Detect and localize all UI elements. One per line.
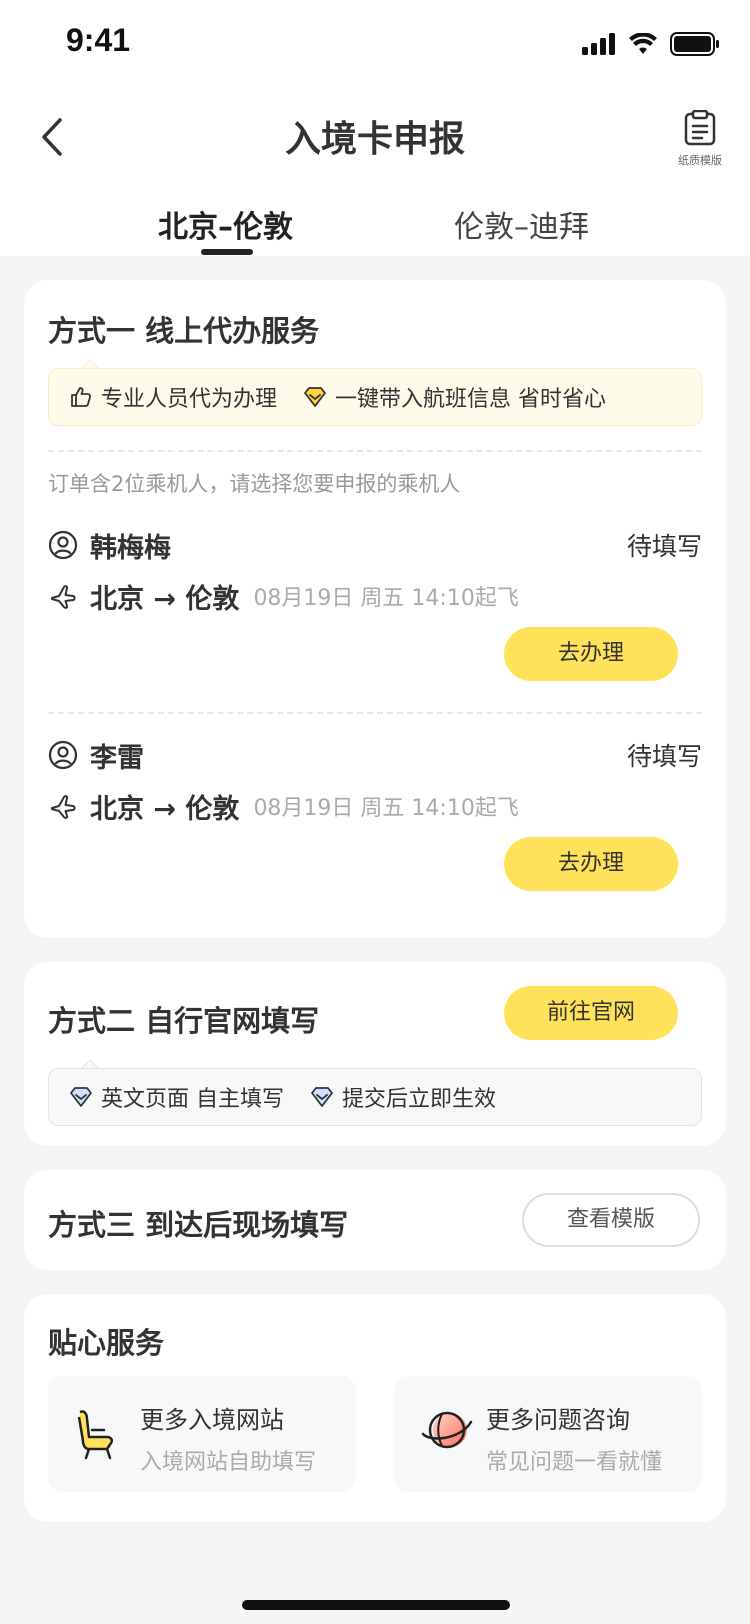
diamond-icon xyxy=(304,387,326,407)
user-icon xyxy=(48,740,78,770)
clipboard-icon xyxy=(684,109,716,146)
home-indicator xyxy=(242,1600,510,1610)
airplane-icon xyxy=(51,585,76,609)
service-subtitle: 常见问题一看就懂 xyxy=(486,1450,663,1475)
tip-text: 提交后立即生效 xyxy=(342,1087,497,1112)
tip-item: 英文页面 自主填写 xyxy=(69,1081,284,1113)
service-faq[interactable]: 更多问题咨询 常见问题一看就懂 xyxy=(394,1376,702,1492)
passenger-status: 待填写 xyxy=(626,742,702,771)
battery-icon xyxy=(670,32,719,56)
method3-card: 方式三 到达后现场填写 查看模版 xyxy=(24,1170,726,1270)
status-icons xyxy=(582,32,720,56)
tab-beijing-london[interactable]: 北京–伦敦 xyxy=(158,202,293,246)
method2-card: 方式二 自行官网填写 前往官网 英文页面 自主填写 提交后立即生效 xyxy=(24,962,726,1146)
view-template-button[interactable]: 查看模版 xyxy=(522,1193,700,1247)
tip-text: 一键带入航班信息 省时省心 xyxy=(335,387,607,412)
route-tabs: 北京–伦敦 伦敦–迪拜 xyxy=(0,188,750,256)
tab-london-dubai[interactable]: 伦敦–迪拜 xyxy=(454,202,589,246)
method1-tip-box: 专业人员代为办理 一键带入航班信息 省时省心 xyxy=(48,368,702,426)
paper-template-button[interactable]: 纸质模版 xyxy=(672,109,728,168)
process-button[interactable]: 去办理 xyxy=(504,627,678,681)
method2-tip-box: 英文页面 自主填写 提交后立即生效 xyxy=(48,1068,702,1126)
flight-row: 北京 → 伦敦 08月19日 周五 14:10起飞 xyxy=(48,576,702,616)
passenger-name: 韩梅梅 xyxy=(90,532,171,564)
tip-item: 一键带入航班信息 省时省心 xyxy=(303,381,606,413)
divider xyxy=(48,450,702,452)
paper-template-label: 纸质模版 xyxy=(678,154,722,167)
passenger-hint: 订单含2位乘机人，请选择您要申报的乘机人 xyxy=(48,472,461,496)
flight-route: 北京 → 伦敦 xyxy=(90,583,240,615)
globe-icon xyxy=(421,1411,473,1449)
flight-time: 08月19日 周五 14:10起飞 xyxy=(253,796,519,821)
official-site-button[interactable]: 前往官网 xyxy=(504,986,678,1040)
passenger-status: 待填写 xyxy=(626,532,702,561)
status-bar: 9:41 xyxy=(0,0,750,88)
service-entry-sites[interactable]: 更多入境网站 入境网站自助填写 xyxy=(48,1376,356,1492)
nav-bar: 入境卡申报 纸质模版 xyxy=(0,88,750,188)
tip-text: 专业人员代为办理 xyxy=(101,387,278,412)
flight-route: 北京 → 伦敦 xyxy=(90,793,240,825)
diamond-icon xyxy=(70,1087,92,1107)
service-subtitle: 入境网站自助填写 xyxy=(140,1450,317,1475)
tip-text: 英文页面 自主填写 xyxy=(101,1087,284,1112)
process-button[interactable]: 去办理 xyxy=(504,837,678,891)
services-title: 贴心服务 xyxy=(48,1326,165,1360)
wifi-icon xyxy=(629,33,657,54)
service-title: 更多入境网站 xyxy=(140,1406,284,1434)
services-card: 贴心服务 更多入境网站 入境网站自助填写 更多问题咨询 常见问题一看就懂 xyxy=(24,1294,726,1522)
passenger-row[interactable]: 韩梅梅 待填写 xyxy=(48,525,702,565)
thumbs-up-icon xyxy=(71,387,92,407)
method2-title: 方式二 自行官网填写 xyxy=(48,1004,320,1038)
seat-icon xyxy=(77,1410,114,1460)
method1-title: 方式一 线上代办服务 xyxy=(48,314,320,348)
tip-item: 专业人员代为办理 xyxy=(69,381,277,413)
passenger-row[interactable]: 李雷 待填写 xyxy=(48,735,702,775)
method1-card: 方式一 线上代办服务 专业人员代为办理 一键带入航班信息 省时省心 订单含2位乘… xyxy=(24,280,726,938)
divider xyxy=(48,712,702,714)
method3-title: 方式三 到达后现场填写 xyxy=(48,1208,349,1242)
page-title: 入境卡申报 xyxy=(284,119,465,160)
airplane-icon xyxy=(51,795,76,819)
service-title: 更多问题咨询 xyxy=(486,1406,630,1434)
flight-row: 北京 → 伦敦 08月19日 周五 14:10起飞 xyxy=(48,786,702,826)
tip-item: 提交后立即生效 xyxy=(310,1081,496,1113)
user-icon xyxy=(48,530,78,560)
status-time: 9:41 xyxy=(66,22,131,58)
flight-time: 08月19日 周五 14:10起飞 xyxy=(253,586,519,611)
passenger-name: 李雷 xyxy=(90,742,144,774)
diamond-icon xyxy=(311,1087,333,1107)
signal-icon xyxy=(582,33,615,55)
tab-indicator xyxy=(201,249,253,255)
